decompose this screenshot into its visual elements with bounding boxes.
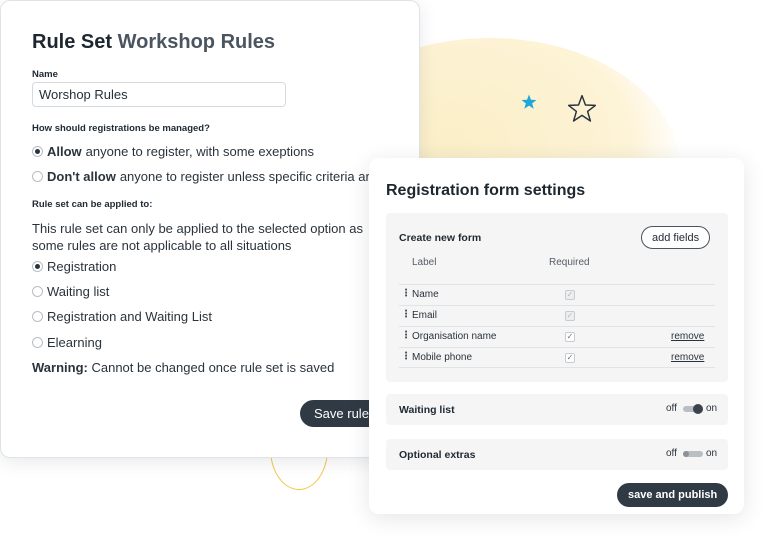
checkbox-icon[interactable]: ✓ (565, 332, 575, 342)
star-outline-icon (567, 94, 597, 122)
field-name: Email (412, 310, 438, 321)
remove-link[interactable]: remove (671, 331, 704, 342)
save-and-publish-button[interactable]: save and publish (617, 483, 729, 507)
optional-extras-panel: Optional extras off on (386, 439, 728, 470)
radio-allow[interactable]: Allow anyone to register, with some exep… (32, 144, 314, 159)
page-title: Rule Set Workshop Rules (32, 31, 275, 54)
drag-handle-icon[interactable]: ⋮ (401, 288, 411, 299)
radio-icon[interactable] (32, 146, 43, 157)
applied-label: Rule set can be applied to: (32, 199, 153, 210)
field-row: ⋮ Mobile phone ✓ remove (399, 347, 715, 368)
radio-waiting-list[interactable]: Waiting list (32, 284, 109, 299)
radio-dont-allow[interactable]: Don't allow anyone to register unless sp… (32, 169, 377, 184)
form-settings-title: Registration form settings (386, 182, 586, 199)
applied-note: This rule set can only be applied to the… (32, 221, 363, 253)
radio-icon[interactable] (32, 261, 43, 272)
field-row: ⋮ Organisation name ✓ remove (399, 326, 715, 347)
warning-message: Warning: Cannot be changed once rule set… (32, 360, 334, 375)
create-form-heading: Create new form (399, 232, 482, 244)
option-text: anyone to register unless specific crite… (119, 169, 378, 184)
option-bold: Allow (47, 144, 82, 159)
registration-question: How should registrations be managed? (32, 123, 210, 134)
option-label: Registration and Waiting List (47, 309, 212, 324)
option-text: anyone to register, with some exeptions (85, 144, 315, 159)
warning-text: Cannot be changed once rule set is saved (91, 360, 335, 375)
field-row: ⋮ Email ✓ (399, 305, 715, 326)
star-icon (521, 94, 537, 109)
drag-handle-icon[interactable]: ⋮ (401, 351, 411, 362)
toggle-knob (682, 450, 689, 457)
radio-registration[interactable]: Registration (32, 259, 116, 274)
toggle-on-label: on (705, 403, 718, 414)
radio-registration-and-waiting-list[interactable]: Registration and Waiting List (32, 309, 212, 324)
create-form-panel: Create new form add fields Label Require… (386, 213, 728, 382)
optional-extras-toggle[interactable]: off on (666, 448, 717, 459)
toggle-knob (692, 403, 703, 414)
option-label: Waiting list (47, 284, 110, 299)
radio-icon[interactable] (32, 337, 43, 348)
column-header-required: Required (549, 257, 590, 268)
remove-link[interactable]: remove (671, 352, 704, 363)
option-label: Elearning (47, 335, 102, 350)
field-name: Mobile phone (412, 352, 473, 363)
add-fields-button[interactable]: add fields (641, 226, 711, 249)
column-header-label: Label (412, 257, 437, 268)
checkbox-icon[interactable]: ✓ (565, 353, 575, 363)
title-prefix: Rule Set (32, 31, 113, 53)
toggle-off-label: off (666, 403, 677, 414)
toggle-on-label: on (705, 448, 718, 459)
field-row: ⋮ Name ✓ (399, 284, 715, 305)
drag-handle-icon[interactable]: ⋮ (401, 309, 411, 320)
radio-elearning[interactable]: Elearning (32, 335, 102, 350)
option-bold: Don't allow (47, 169, 116, 184)
toggle-icon[interactable] (682, 450, 703, 457)
option-label: Registration (47, 259, 117, 274)
title-name: Workshop Rules (117, 31, 276, 53)
rule-set-card: Rule Set Workshop Rules Name How should … (0, 0, 420, 458)
optional-extras-label: Optional extras (399, 449, 476, 461)
field-name: Organisation name (412, 331, 497, 342)
warning-bold: Warning: (32, 360, 88, 375)
name-label: Name (32, 69, 58, 80)
name-input[interactable] (32, 82, 286, 107)
radio-icon[interactable] (32, 286, 43, 297)
toggle-icon[interactable] (682, 403, 703, 414)
waiting-list-toggle[interactable]: off on (666, 403, 717, 414)
waiting-list-label: Waiting list (399, 404, 455, 416)
field-name: Name (412, 289, 439, 300)
drag-handle-icon[interactable]: ⋮ (401, 330, 411, 341)
checkbox-icon: ✓ (565, 290, 575, 300)
radio-icon[interactable] (32, 171, 43, 182)
toggle-off-label: off (666, 448, 677, 459)
checkbox-icon: ✓ (565, 311, 575, 321)
radio-icon[interactable] (32, 311, 43, 322)
waiting-list-panel: Waiting list off on (386, 394, 728, 425)
registration-form-settings-card: Registration form settings Create new fo… (369, 158, 744, 514)
